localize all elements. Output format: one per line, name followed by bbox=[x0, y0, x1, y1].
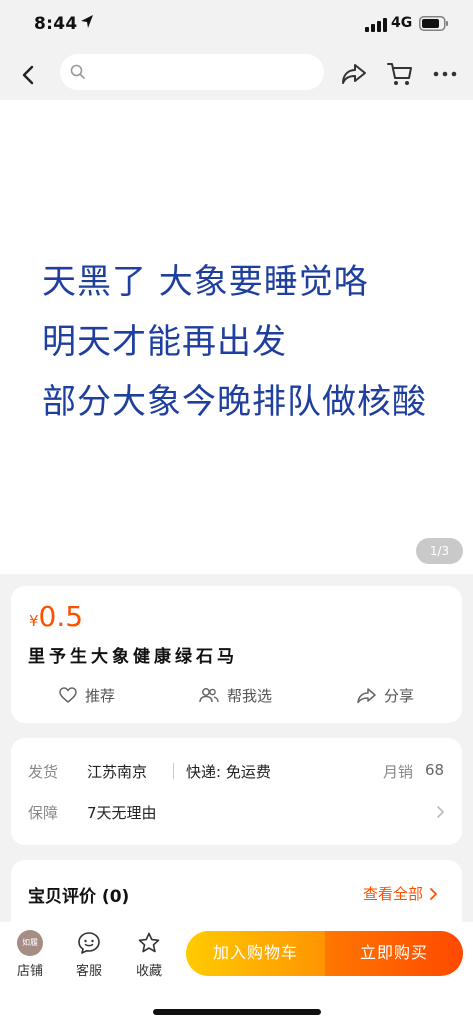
ship-label: 发货 bbox=[28, 763, 59, 781]
back-button[interactable] bbox=[16, 62, 42, 88]
hero-text-line: 明天才能再出发 bbox=[42, 322, 287, 362]
product-title: 里予生大象健康绿石马 bbox=[28, 647, 238, 667]
hero-text-line: 天黑了 大象要睡觉咯 bbox=[42, 262, 369, 302]
people-icon bbox=[199, 687, 219, 702]
price: ¥0.5 bbox=[29, 600, 83, 633]
star-icon bbox=[127, 930, 171, 956]
add-to-cart-button[interactable]: 加入购物车 bbox=[186, 931, 325, 976]
share-label: 分享 bbox=[384, 686, 415, 705]
help-me-choose-button[interactable]: 帮我选 bbox=[199, 682, 272, 708]
recommend-button[interactable]: 推荐 bbox=[59, 682, 115, 708]
buy-now-button[interactable]: 立即购买 bbox=[325, 931, 463, 976]
cart-button[interactable] bbox=[386, 61, 414, 91]
search-box[interactable] bbox=[60, 54, 324, 90]
home-indicator bbox=[153, 1009, 321, 1015]
signal-icon bbox=[365, 17, 387, 36]
share-button[interactable] bbox=[340, 61, 368, 91]
monthly-sales-label: 月销 bbox=[383, 763, 414, 781]
network-type: 4G bbox=[391, 15, 413, 31]
review-title: 宝贝评价 (0) bbox=[28, 887, 130, 907]
more-button[interactable] bbox=[432, 61, 458, 91]
chevron-right-icon bbox=[435, 804, 445, 823]
favorite-button[interactable]: 收藏 bbox=[127, 930, 171, 979]
chevron-right-icon bbox=[430, 887, 437, 900]
search-input[interactable] bbox=[90, 54, 310, 90]
divider bbox=[173, 763, 174, 779]
view-all-reviews-link[interactable]: 查看全部 bbox=[363, 883, 438, 904]
customer-service-button[interactable]: 客服 bbox=[67, 930, 111, 979]
recommend-label: 推荐 bbox=[85, 686, 116, 705]
status-time: 8:44 bbox=[34, 14, 78, 34]
express-fee: 快递: 免运费 bbox=[186, 763, 271, 781]
chat-face-icon bbox=[67, 930, 111, 956]
battery-icon bbox=[419, 16, 449, 35]
guarantee-label: 保障 bbox=[28, 804, 59, 822]
image-page-indicator: 1/3 bbox=[416, 538, 463, 564]
hero-text-line: 部分大象今晚排队做核酸 bbox=[42, 382, 427, 422]
status-bar: 8:44 4G bbox=[0, 0, 473, 50]
heart-icon bbox=[59, 686, 77, 703]
currency-symbol: ¥ bbox=[29, 612, 39, 630]
shop-button[interactable]: 如履 店铺 bbox=[8, 930, 52, 979]
price-card: ¥0.5 里予生大象健康绿石马 推荐 帮我选 分享 bbox=[11, 586, 462, 723]
service-label: 客服 bbox=[75, 964, 102, 979]
share-action-button[interactable]: 分享 bbox=[357, 682, 414, 708]
price-value: 0.5 bbox=[38, 600, 84, 633]
shop-label: 店铺 bbox=[16, 964, 43, 979]
ship-origin: 江苏南京 bbox=[87, 763, 148, 781]
favorite-label: 收藏 bbox=[135, 964, 162, 979]
product-image[interactable]: 天黑了 大象要睡觉咯 明天才能再出发 部分大象今晚排队做核酸 1/3 bbox=[0, 100, 473, 574]
help-me-choose-label: 帮我选 bbox=[227, 686, 273, 705]
location-arrow-icon bbox=[80, 14, 94, 34]
guarantee-value: 7天无理由 bbox=[87, 804, 157, 822]
search-icon bbox=[70, 64, 86, 84]
shipping-card[interactable]: 发货 江苏南京 快递: 免运费 月销 68 保障 7天无理由 bbox=[11, 738, 462, 845]
shop-avatar: 如履 bbox=[17, 930, 43, 956]
monthly-sales-value: 68 bbox=[425, 761, 445, 779]
view-all-label: 查看全部 bbox=[363, 885, 424, 903]
share-icon bbox=[357, 687, 376, 703]
nav-bar bbox=[0, 50, 473, 100]
bottom-action-bar: 如履 店铺 客服 收藏 加入购物车 立即购买 bbox=[0, 922, 473, 1024]
